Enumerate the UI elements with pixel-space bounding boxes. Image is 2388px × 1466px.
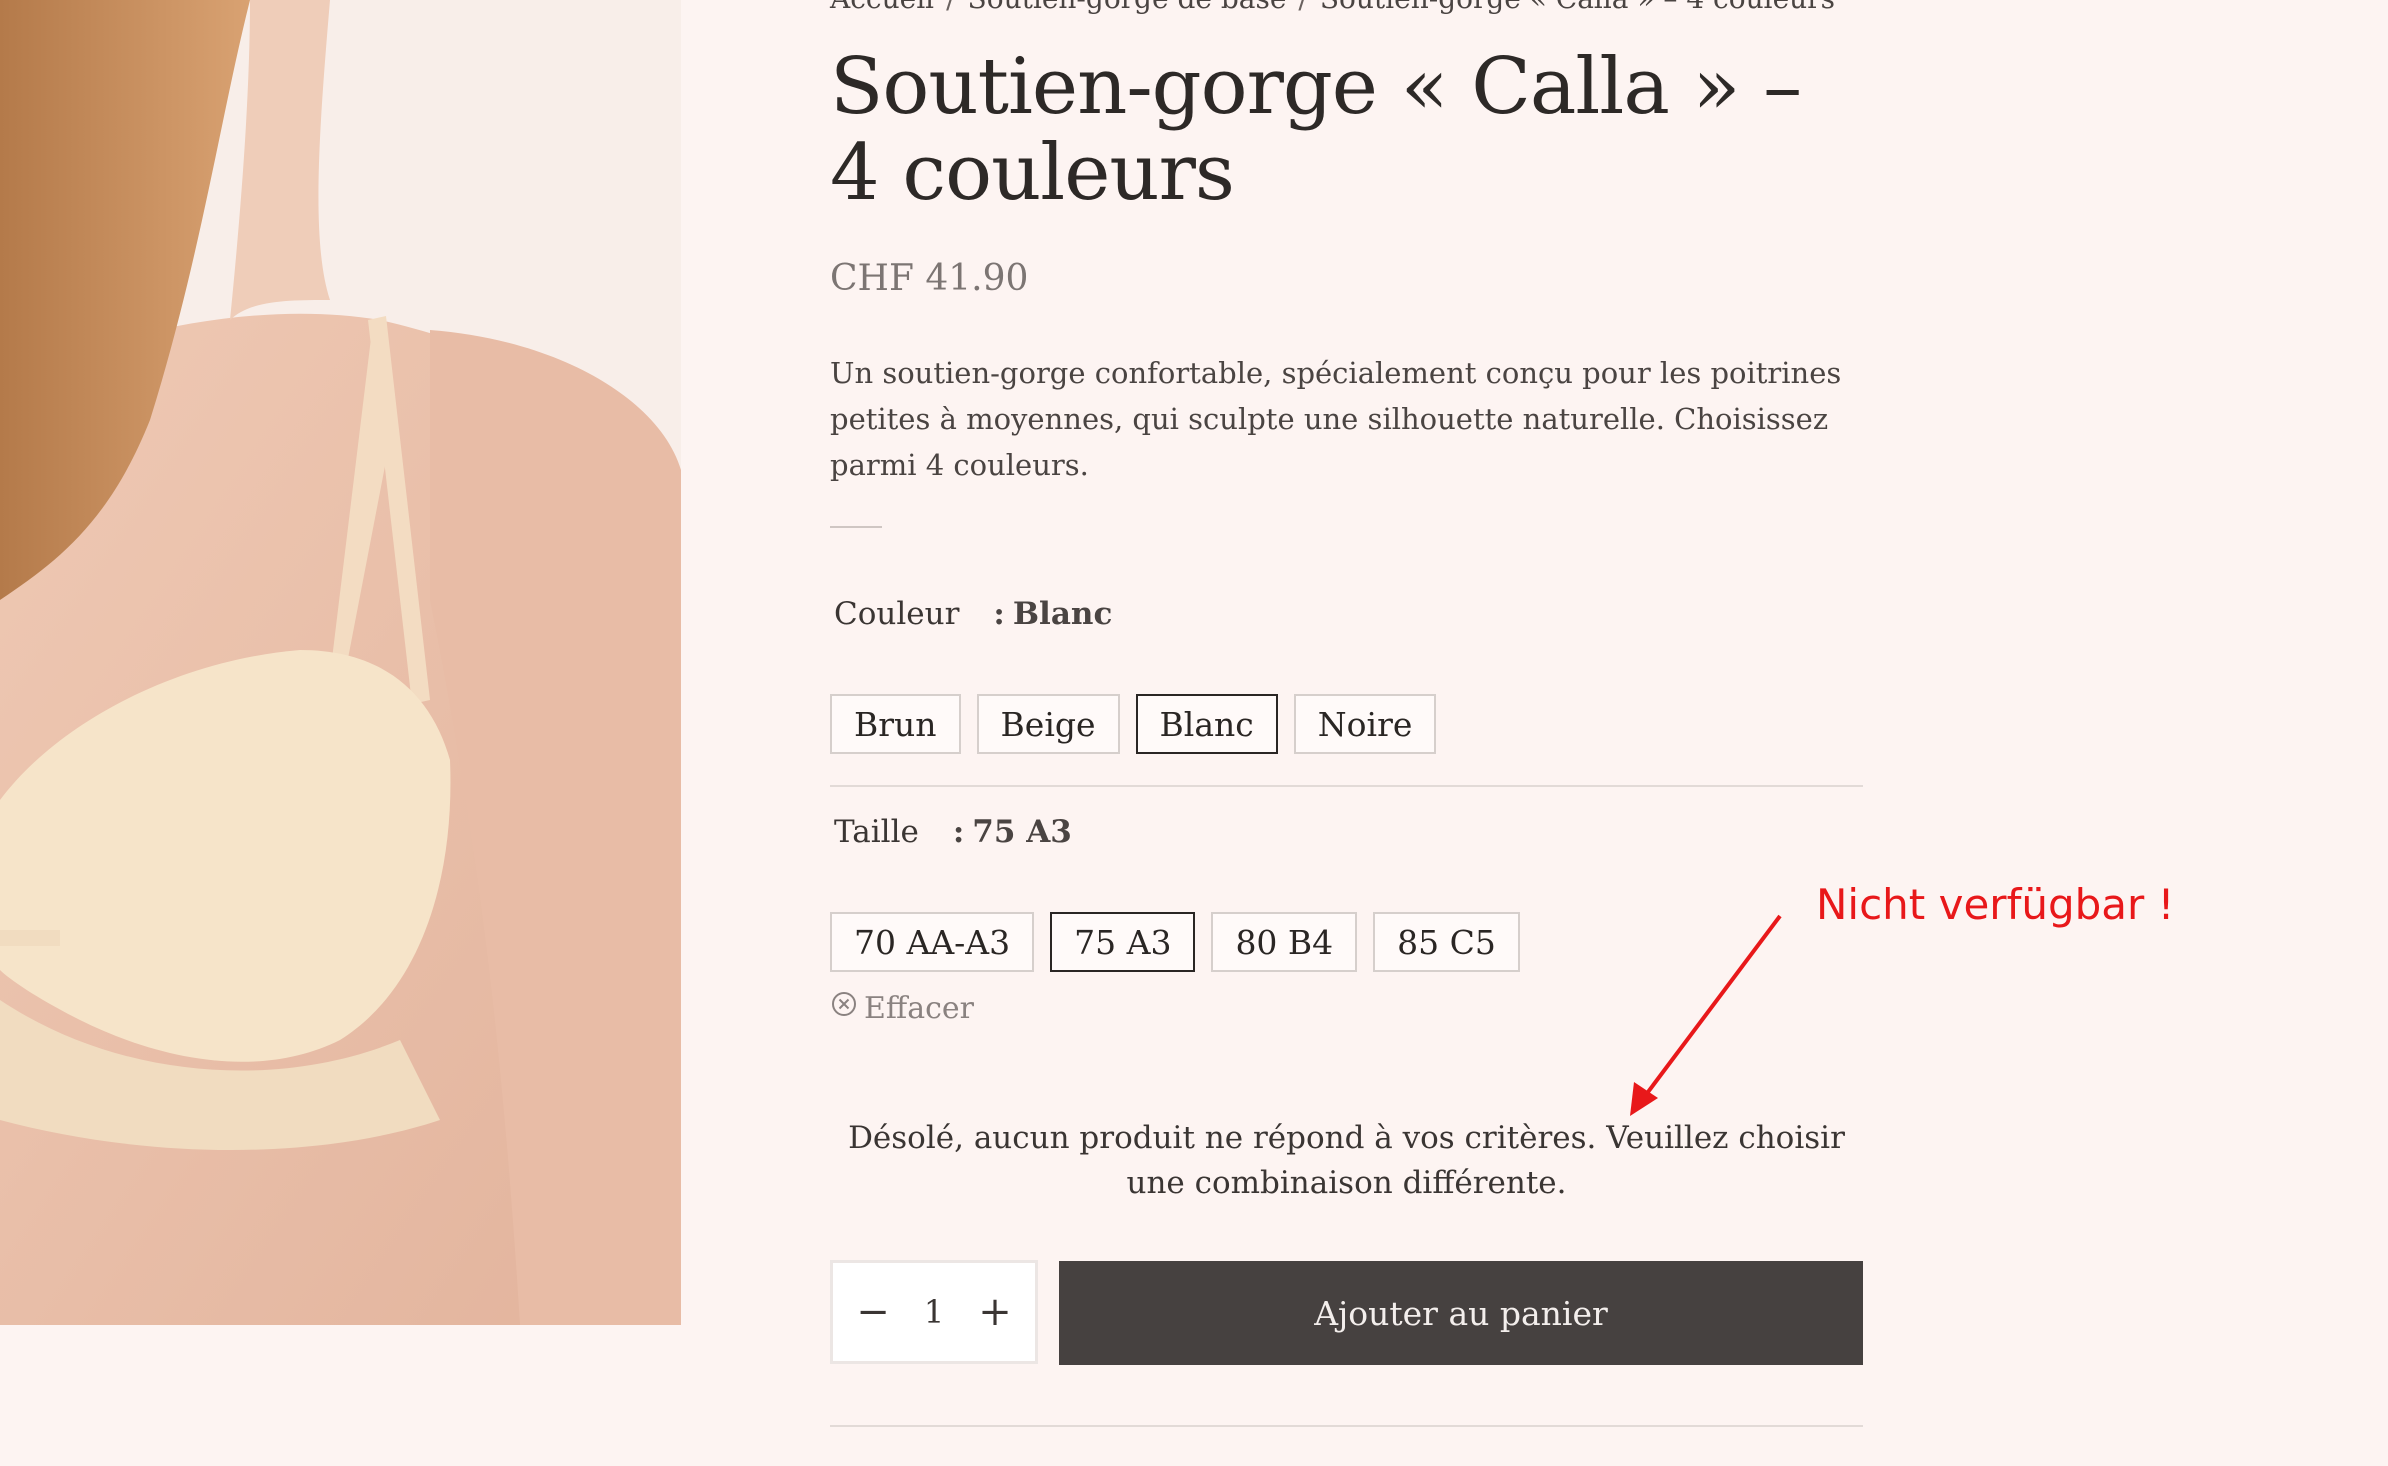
- color-swatch-blanc[interactable]: Blanc: [1135, 694, 1278, 754]
- breadcrumb-separator: /: [1298, 0, 1307, 15]
- product-description: Un soutien-gorge confortable, spécialeme…: [830, 356, 1842, 482]
- color-colon: :: [993, 596, 1005, 632]
- product-price: CHF 41.90: [830, 258, 1029, 299]
- product-title: Soutien-gorge « Calla » – 4 couleurs: [830, 42, 1802, 218]
- size-swatch-75-a3[interactable]: 75 A3: [1050, 912, 1196, 972]
- quantity-decrease-button[interactable]: −: [855, 1289, 891, 1335]
- clear-circle-x-icon: [830, 990, 858, 1026]
- annotation-label: Nicht verfügbar !: [1816, 880, 2175, 929]
- size-colon: :: [952, 814, 965, 850]
- size-attribute-label: Taille:75 A3: [834, 814, 1072, 850]
- breadcrumb: Accueil / Soutien-gorge de base / Soutien-go…: [830, 0, 1835, 15]
- color-swatch-beige[interactable]: Beige: [976, 694, 1120, 754]
- add-to-cart-button[interactable]: Ajouter au panier: [1059, 1261, 1863, 1365]
- size-swatch-80-b4[interactable]: 80 B4: [1211, 912, 1358, 972]
- size-swatches: 70 AA-A3 75 A3 80 B4 85 C5: [830, 912, 1520, 972]
- product-page: Accueil / Soutien-gorge de base / Soutien-go…: [0, 0, 2388, 1466]
- breadcrumb-separator: /: [946, 0, 955, 15]
- color-swatch-noire[interactable]: Noire: [1293, 694, 1437, 754]
- color-swatch-brun[interactable]: Brun: [830, 694, 961, 754]
- breadcrumb-current: Soutien-gorge « Calla » – 4 couleurs: [1320, 0, 1835, 15]
- size-label: Taille: [834, 814, 919, 850]
- clear-label: Effacer: [864, 990, 974, 1026]
- quantity-stepper: − 1 +: [830, 1260, 1038, 1364]
- quantity-input[interactable]: 1: [924, 1293, 944, 1331]
- product-image: [0, 0, 681, 1325]
- color-selected-value: Blanc: [1012, 596, 1113, 632]
- color-label: Couleur: [834, 596, 960, 632]
- size-swatch-85-c5[interactable]: 85 C5: [1373, 912, 1520, 972]
- unavailable-message: Désolé, aucun produit ne répond à vos cr…: [848, 1120, 1845, 1201]
- bottom-divider: [830, 1425, 1863, 1427]
- annotation-arrow-icon: [1630, 914, 1782, 1116]
- color-attribute-label: Couleur: Blanc: [834, 596, 1112, 632]
- size-selected-value: 75 A3: [972, 814, 1072, 850]
- size-swatch-70-aa-a3[interactable]: 70 AA-A3: [830, 912, 1035, 972]
- breadcrumb-category[interactable]: Soutien-gorge de base: [968, 0, 1287, 15]
- quantity-increase-button[interactable]: +: [977, 1289, 1013, 1335]
- breadcrumb-home[interactable]: Accueil: [830, 0, 934, 15]
- short-divider: [830, 526, 882, 528]
- attribute-divider: [830, 785, 1863, 787]
- clear-selection-link[interactable]: Effacer: [830, 990, 974, 1026]
- color-swatches: Brun Beige Blanc Noire: [830, 694, 1437, 754]
